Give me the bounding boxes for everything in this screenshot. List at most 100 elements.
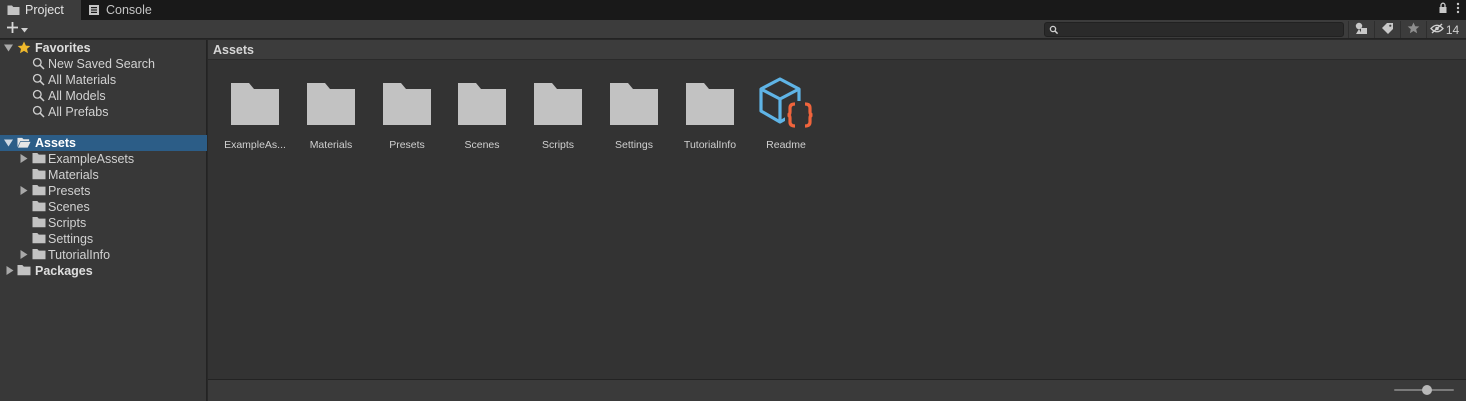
filter-by-type-icon xyxy=(1355,22,1369,38)
search-icon xyxy=(32,105,46,118)
search-icon xyxy=(1049,24,1059,35)
label-tag-icon xyxy=(1381,22,1394,37)
favorite-item-all-models[interactable]: All Models xyxy=(0,88,207,104)
icon-size-slider-thumb[interactable] xyxy=(1422,385,1432,395)
save-search-button[interactable] xyxy=(1400,21,1426,38)
tab-console[interactable]: Console xyxy=(81,0,162,20)
folder-icon xyxy=(602,72,666,136)
tree-label: Assets xyxy=(35,136,76,150)
folder-icon xyxy=(32,168,46,181)
search-icon xyxy=(32,89,46,102)
readme-asset-icon xyxy=(754,72,818,136)
asset-name: Readme xyxy=(766,139,806,151)
asset-name: ExampleAs... xyxy=(224,139,286,151)
window-tab-bar: Project Console xyxy=(0,0,1466,20)
tree-label: Scripts xyxy=(48,216,87,230)
console-icon xyxy=(88,4,101,16)
asset-name: Scripts xyxy=(541,139,575,151)
collapsed-arrow-icon[interactable] xyxy=(19,250,28,259)
expanded-arrow-icon[interactable] xyxy=(4,43,13,52)
folder-icon xyxy=(32,232,46,245)
window-controls xyxy=(1438,2,1460,17)
tree-favorites[interactable]: Favorites xyxy=(0,40,207,56)
folder-icon xyxy=(32,152,46,165)
tree-label: All Prefabs xyxy=(48,105,109,119)
tree-folder-tutorialinfo[interactable]: TutorialInfo xyxy=(0,247,207,263)
tree-label: All Materials xyxy=(48,73,117,87)
search-by-type-button[interactable] xyxy=(1348,21,1374,38)
asset-name: Scenes xyxy=(464,139,500,151)
hidden-packages-count: 14 xyxy=(1445,22,1460,37)
tree-label: Materials xyxy=(48,168,99,182)
tree-label: TutorialInfo xyxy=(48,248,111,262)
folder-icon xyxy=(526,72,590,136)
tree-folder-exampleassets[interactable]: ExampleAssets xyxy=(0,151,207,167)
folder-icon xyxy=(450,72,514,136)
tree-folder-scripts[interactable]: Scripts xyxy=(0,215,207,231)
tree-packages[interactable]: Packages xyxy=(0,263,207,279)
asset-folder-presets[interactable]: Presets xyxy=(372,72,442,154)
favorite-item-all-materials[interactable]: All Materials xyxy=(0,72,207,88)
create-asset-button[interactable] xyxy=(6,21,32,37)
dropdown-arrow-icon xyxy=(21,22,28,36)
star-icon xyxy=(1407,22,1420,37)
folder-icon xyxy=(375,72,439,136)
toolbar-filter-buttons: 14 xyxy=(1348,21,1462,38)
folder-open-icon xyxy=(17,136,31,149)
breadcrumb-item-assets[interactable]: Assets xyxy=(213,43,254,57)
collapsed-arrow-icon[interactable] xyxy=(5,266,14,275)
asset-folder-scripts[interactable]: Scripts xyxy=(523,72,593,154)
search-icon xyxy=(32,73,46,86)
tree-label: All Models xyxy=(48,89,106,103)
tree-label: New Saved Search xyxy=(48,57,156,71)
tree-folder-scenes[interactable]: Scenes xyxy=(0,199,207,215)
status-bar xyxy=(208,379,1466,401)
tree-label: Presets xyxy=(48,184,91,198)
breadcrumb: Assets xyxy=(208,40,1466,60)
tree-folder-presets[interactable]: Presets xyxy=(0,183,207,199)
tree-label: Scenes xyxy=(48,200,90,214)
search-icon xyxy=(32,57,46,70)
collapsed-arrow-icon[interactable] xyxy=(19,154,28,163)
eye-hidden-icon xyxy=(1429,22,1444,37)
asset-name: Materials xyxy=(309,139,353,151)
asset-grid-panel: Assets ExampleAs... Materials Presets Sc… xyxy=(208,40,1466,401)
search-input[interactable] xyxy=(1044,22,1344,37)
tab-label: Console xyxy=(106,3,152,17)
tree-assets[interactable]: Assets xyxy=(0,135,207,151)
expanded-arrow-icon[interactable] xyxy=(4,138,13,147)
tab-project[interactable]: Project xyxy=(0,0,81,20)
folder-icon xyxy=(7,4,20,16)
asset-name: Presets xyxy=(389,139,425,151)
asset-folder-settings[interactable]: Settings xyxy=(599,72,669,154)
favorite-item-all-prefabs[interactable]: All Prefabs xyxy=(0,104,207,120)
lock-icon[interactable] xyxy=(1438,2,1448,17)
favorites-star-icon xyxy=(17,41,31,54)
tree-label: Favorites xyxy=(35,41,91,55)
hidden-packages-toggle[interactable]: 14 xyxy=(1426,21,1462,38)
folder-icon xyxy=(678,72,742,136)
asset-folder-exampleassets[interactable]: ExampleAs... xyxy=(220,72,290,154)
tree-label: Settings xyxy=(48,232,94,246)
asset-folder-tutorialinfo[interactable]: TutorialInfo xyxy=(675,72,745,154)
tree-label: Packages xyxy=(35,264,93,278)
tree-label: ExampleAssets xyxy=(48,152,135,166)
project-toolbar: 14 xyxy=(0,20,1466,39)
favorite-item-new-saved-search[interactable]: New Saved Search xyxy=(0,56,207,72)
folder-icon xyxy=(223,72,287,136)
folder-icon xyxy=(32,200,46,213)
asset-name: TutorialInfo xyxy=(683,139,737,151)
folder-icon xyxy=(32,216,46,229)
asset-readme[interactable]: Readme xyxy=(751,72,821,154)
search-by-label-button[interactable] xyxy=(1374,21,1400,38)
asset-folder-scenes[interactable]: Scenes xyxy=(447,72,517,154)
more-options-icon[interactable] xyxy=(1456,2,1460,17)
project-folder-tree: Favorites New Saved Search All Materials… xyxy=(0,40,207,401)
tree-folder-settings[interactable]: Settings xyxy=(0,231,207,247)
folder-icon xyxy=(32,248,46,261)
tree-folder-materials[interactable]: Materials xyxy=(0,167,207,183)
collapsed-arrow-icon[interactable] xyxy=(19,186,28,195)
folder-icon xyxy=(17,264,31,277)
asset-folder-materials[interactable]: Materials xyxy=(296,72,366,154)
asset-name: Settings xyxy=(615,139,653,151)
